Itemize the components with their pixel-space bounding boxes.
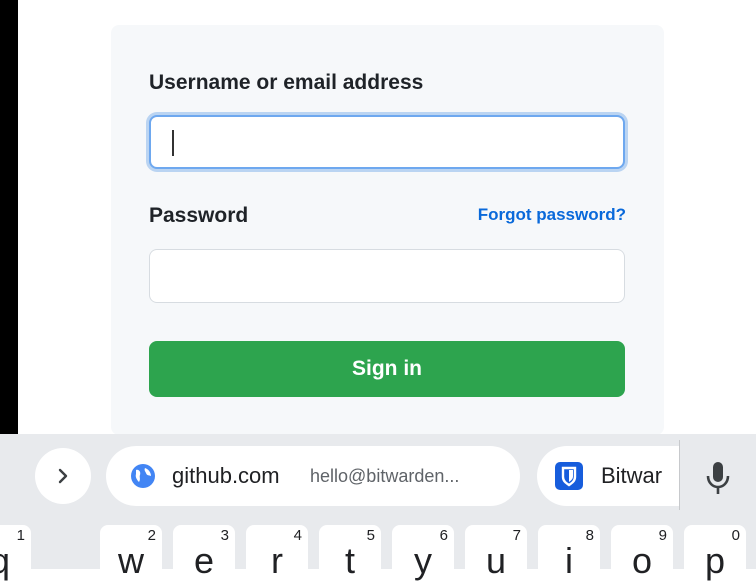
key-letter: w [118, 540, 144, 581]
suggestion-domain: github.com [172, 463, 280, 488]
key-i[interactable]: i 8 [538, 525, 600, 585]
globe-icon [131, 464, 155, 488]
key-letter: i [565, 540, 573, 581]
sign-in-button[interactable]: Sign in [149, 341, 625, 397]
toolbar-divider [679, 440, 680, 510]
microphone-icon[interactable] [702, 458, 734, 498]
key-letter: q [0, 540, 31, 582]
key-number: 6 [439, 527, 448, 544]
key-u[interactable]: u 7 [465, 525, 527, 585]
suggestions-expand-button[interactable] [35, 448, 91, 504]
bitwarden-suggestion[interactable]: Bitwar [537, 446, 680, 506]
bitwarden-shield-icon [555, 462, 583, 490]
key-letter: u [485, 540, 507, 581]
key-number: 4 [293, 527, 302, 544]
autofill-suggestion-github[interactable]: github.com hello@bitwarden... [106, 446, 520, 506]
key-number: 8 [585, 527, 594, 544]
suggestion-username: hello@bitwarden... [310, 466, 460, 486]
key-number: 3 [220, 527, 229, 544]
key-letter: e [193, 540, 215, 581]
key-number: 7 [512, 527, 521, 544]
key-letter: p [704, 540, 726, 581]
username-input[interactable] [149, 115, 625, 169]
key-number: 0 [731, 527, 740, 544]
key-p[interactable]: p 0 [684, 525, 746, 585]
key-q[interactable]: q 1 [0, 525, 31, 585]
chevron-right-icon [58, 468, 68, 484]
password-input[interactable] [149, 249, 625, 303]
key-number: 9 [658, 527, 667, 544]
key-r[interactable]: r 4 [246, 525, 308, 585]
key-letter: o [631, 540, 653, 581]
key-t[interactable]: t 5 [319, 525, 381, 585]
key-e[interactable]: e 3 [173, 525, 235, 585]
bitwarden-label: Bitwar [601, 463, 663, 488]
key-letter: y [414, 540, 432, 581]
username-label: Username or email address [149, 71, 424, 94]
key-number: 2 [147, 527, 156, 544]
key-y[interactable]: y 6 [392, 525, 454, 585]
key-number: 5 [366, 527, 375, 544]
login-form: Username or email address Password Forgo… [111, 25, 664, 435]
forgot-password-link[interactable]: Forgot password? [478, 205, 626, 225]
key-o[interactable]: o 9 [611, 525, 673, 585]
password-label: Password [149, 204, 249, 227]
text-cursor [172, 130, 174, 156]
key-w[interactable]: w 2 [100, 525, 162, 585]
key-letter: r [271, 540, 283, 581]
key-letter: t [344, 540, 355, 581]
key-number: 1 [16, 527, 25, 544]
